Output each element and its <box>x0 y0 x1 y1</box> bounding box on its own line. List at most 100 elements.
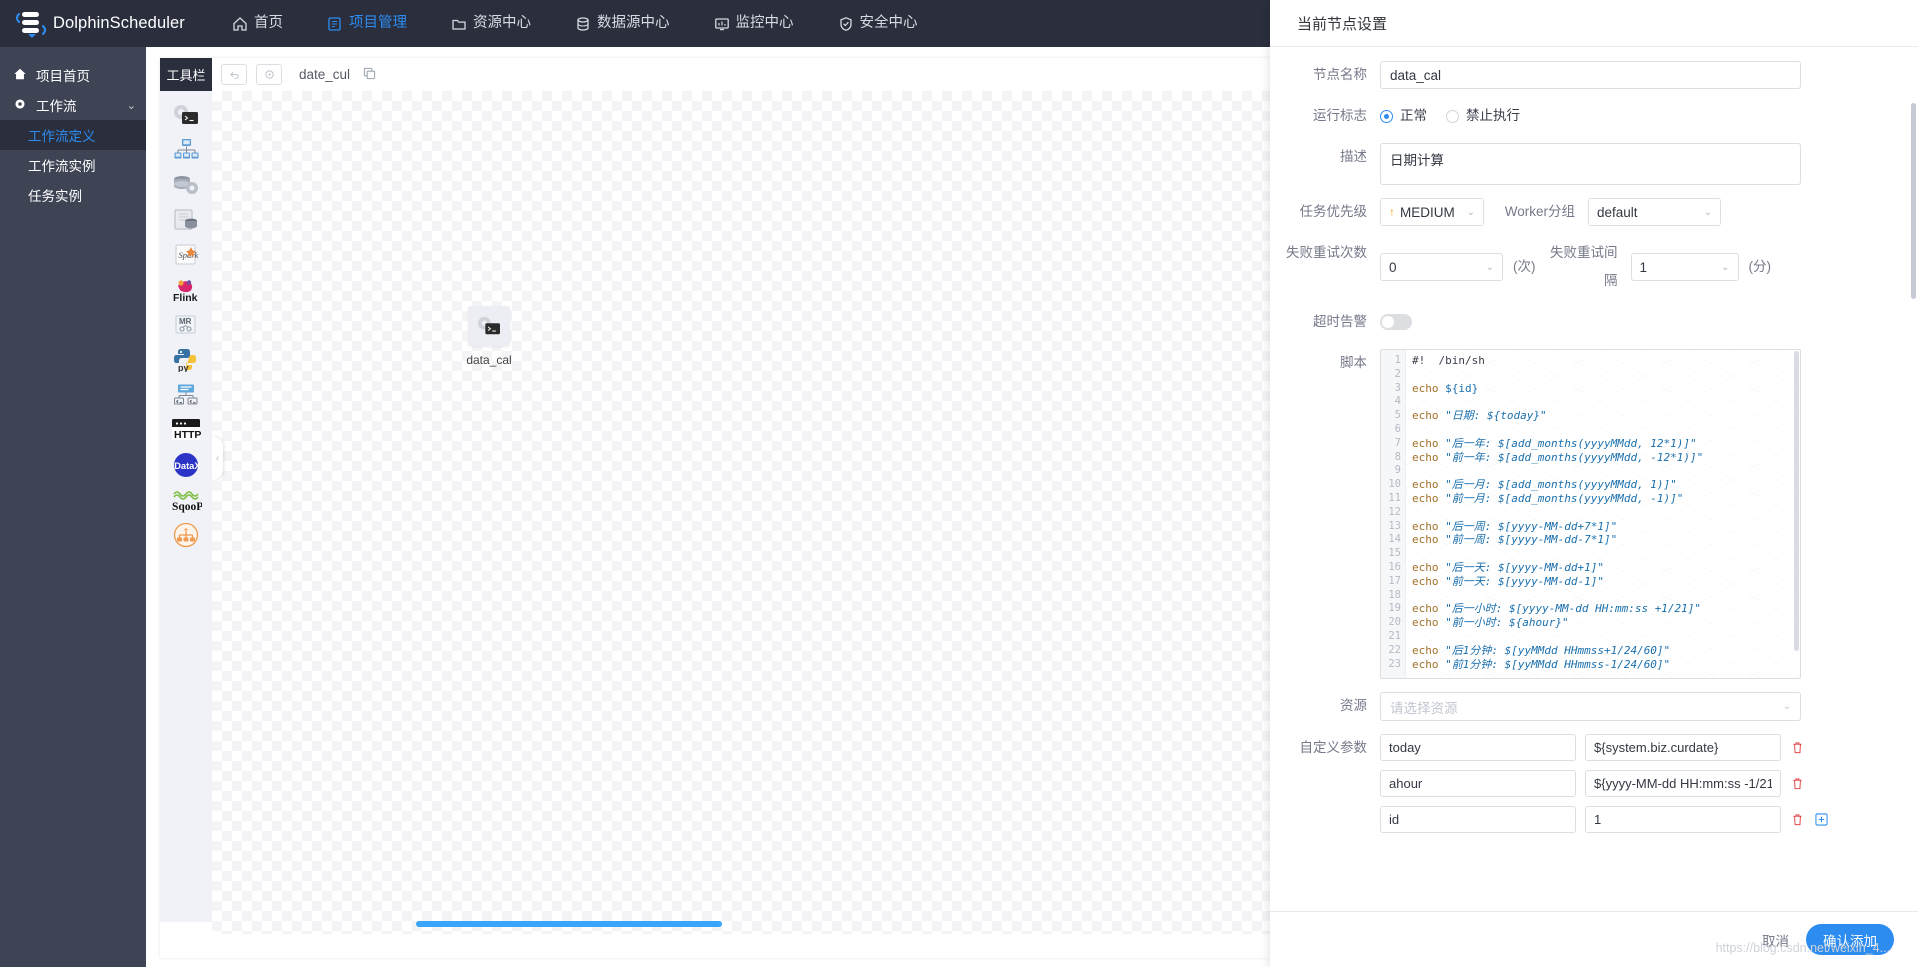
panel-header: 当前节点设置 <box>1270 0 1918 47</box>
custom-param-key-input[interactable] <box>1380 806 1576 833</box>
nav-item-security-label: 安全中心 <box>859 15 918 31</box>
run-flag-option-normal[interactable]: 正常 <box>1380 102 1427 130</box>
confirm-add-button[interactable]: 确认添加 <box>1806 924 1894 955</box>
worker-group-select[interactable]: default ⌄ <box>1588 198 1721 226</box>
trash-icon[interactable] <box>1790 813 1805 826</box>
sidebar-item-task-instance[interactable]: 任务实例 <box>0 180 146 210</box>
custom-params-label: 自定义参数 <box>1299 740 1368 755</box>
nav-item-datasource[interactable]: 数据源中心 <box>553 0 692 47</box>
plus-icon[interactable] <box>1814 813 1829 826</box>
node-name-input[interactable] <box>1380 61 1801 89</box>
line-number: 5 <box>1394 409 1401 422</box>
sqoop-icon[interactable]: SqooP <box>169 486 203 513</box>
task-priority-select[interactable]: ↑ MEDIUM ⌄ <box>1380 198 1484 226</box>
sidebar-item-workflow-label: 工作流 <box>36 99 77 114</box>
sql-icon[interactable] <box>169 206 203 233</box>
nav-item-security[interactable]: 安全中心 <box>816 0 940 47</box>
code-line: echo "前1分钟: $[yyMMdd HHmmss-1/24/60]" <box>1412 657 1671 671</box>
custom-param-value-input[interactable] <box>1585 734 1781 761</box>
script-label: 脚本 <box>1340 355 1367 370</box>
script-code-content[interactable]: #! /bin/sh echo ${id} echo "日期: ${today}… <box>1406 350 1800 678</box>
field-script: 脚本 1 2 3 4 5 6 7 8 9 10 11 12 13 14 15 16 17 18 19 20 21 22 23… <box>1270 349 1898 679</box>
datax-icon[interactable]: DataX <box>169 451 203 478</box>
redo-icon[interactable] <box>256 64 282 85</box>
nav-item-home[interactable]: 首页 <box>210 0 305 47</box>
run-flag-forbidden-label: 禁止执行 <box>1466 108 1520 123</box>
brand[interactable]: DolphinScheduler <box>0 9 185 39</box>
mr-icon[interactable]: MR <box>169 311 203 338</box>
sidebar-item-project-home[interactable]: 项目首页 <box>0 60 146 90</box>
code-line: echo "后一天: $[yyyy-MM-dd+1]" <box>1412 560 1604 574</box>
custom-param-value-input[interactable] <box>1585 806 1781 833</box>
code-line: echo "后一年: $[add_months(yyyyMMdd, 12*1)]… <box>1412 436 1697 450</box>
sidebar-item-workflow[interactable]: 工作流 ⌄ <box>0 90 146 120</box>
brand-name: DolphinScheduler <box>53 14 185 32</box>
fail-retry-times-unit: (次) <box>1513 259 1536 274</box>
line-number: 2 <box>1394 367 1401 380</box>
nav-item-project[interactable]: 项目管理 <box>305 0 429 47</box>
canvas-collapse-handle[interactable]: ‹ <box>212 436 223 480</box>
fail-retry-times-select[interactable]: 0 ⌄ <box>1380 253 1503 281</box>
http-icon[interactable]: HTTP <box>169 416 203 443</box>
dag-node-data-cal[interactable]: data_cal <box>460 306 518 367</box>
fail-retry-interval-select[interactable]: 1 ⌄ <box>1630 253 1739 281</box>
editor-scrollbar[interactable] <box>1794 351 1799 651</box>
field-description: 描述 <box>1270 143 1898 185</box>
trash-icon[interactable] <box>1790 741 1805 754</box>
run-flag-option-forbidden[interactable]: 禁止执行 <box>1446 102 1520 130</box>
python-icon[interactable]: py <box>169 346 203 373</box>
sidebar-item-workflow-definition[interactable]: 工作流定义 <box>0 120 146 150</box>
svg-text:py: py <box>178 363 189 372</box>
code-line: echo "后一小时: $[yyyy-MM-dd HH:mm:ss +1/21]… <box>1412 602 1702 616</box>
dolphin-logo-icon <box>14 9 48 39</box>
description-textarea[interactable] <box>1380 143 1801 185</box>
script-code-editor[interactable]: 1 2 3 4 5 6 7 8 9 10 11 12 13 14 15 16 17 18 19 20 21 22 23 #!… <box>1380 349 1801 679</box>
spark-icon[interactable]: Spark <box>169 241 203 268</box>
database-icon <box>575 16 591 32</box>
line-number: 7 <box>1394 436 1401 449</box>
task-type-palette: Spark Flink MR <box>160 91 212 922</box>
resource-select[interactable]: 请选择资源 ⌄ <box>1380 692 1801 721</box>
home-icon <box>13 67 27 84</box>
shell-icon[interactable] <box>169 101 203 128</box>
line-number: 19 <box>1388 602 1401 615</box>
sidebar-item-workflow-instance[interactable]: 工作流实例 <box>0 150 146 180</box>
script-line-numbers: 1 2 3 4 5 6 7 8 9 10 11 12 13 14 15 16 17 18 19 20 21 22 23 <box>1381 350 1406 678</box>
undo-icon[interactable] <box>221 64 247 85</box>
chevron-down-icon: ⌄ <box>126 99 136 112</box>
nav-item-datasource-label: 数据源中心 <box>597 15 670 31</box>
svg-text:SqooP: SqooP <box>172 501 202 513</box>
nav-item-monitor[interactable]: 监控中心 <box>692 0 816 47</box>
radio-forbidden-icon[interactable] <box>1446 109 1459 123</box>
toolbar-tab[interactable]: 工具栏 <box>160 58 212 91</box>
nav-item-resource[interactable]: 资源中心 <box>429 0 553 47</box>
custom-param-key-input[interactable] <box>1380 770 1576 797</box>
line-number: 12 <box>1388 505 1401 518</box>
task-priority-value: MEDIUM <box>1400 204 1455 220</box>
folder-icon <box>451 16 467 32</box>
copy-icon[interactable] <box>363 67 376 83</box>
nav-item-resource-label: 资源中心 <box>473 15 531 31</box>
home-icon <box>232 16 248 32</box>
canvas-scrollbar-thumb[interactable] <box>416 921 722 927</box>
custom-param-value-input[interactable] <box>1585 770 1781 797</box>
svg-text:DataX: DataX <box>174 461 201 471</box>
timeout-alarm-toggle[interactable] <box>1380 314 1412 330</box>
flink-icon[interactable]: Flink <box>169 276 203 303</box>
sub-process-icon[interactable] <box>169 136 203 163</box>
line-number: 15 <box>1388 547 1401 560</box>
code-line: echo "后一周: $[yyyy-MM-dd+7*1]" <box>1412 519 1618 533</box>
trash-icon[interactable] <box>1790 777 1805 790</box>
dependent-icon[interactable] <box>169 381 203 408</box>
line-number: 9 <box>1394 464 1401 477</box>
field-retry: 失败重试次数 0 ⌄ (次) 失败重试间隔 1 ⌄ (分) <box>1270 239 1898 295</box>
panel-scrollbar[interactable] <box>1911 103 1916 299</box>
line-number: 17 <box>1388 574 1401 587</box>
cancel-button[interactable]: 取消 <box>1762 930 1789 950</box>
conditions-icon[interactable] <box>169 521 203 548</box>
custom-param-key-input[interactable] <box>1380 734 1576 761</box>
radio-normal-icon[interactable] <box>1380 109 1393 123</box>
monitor-icon <box>714 16 730 32</box>
procedure-icon[interactable] <box>169 171 203 198</box>
